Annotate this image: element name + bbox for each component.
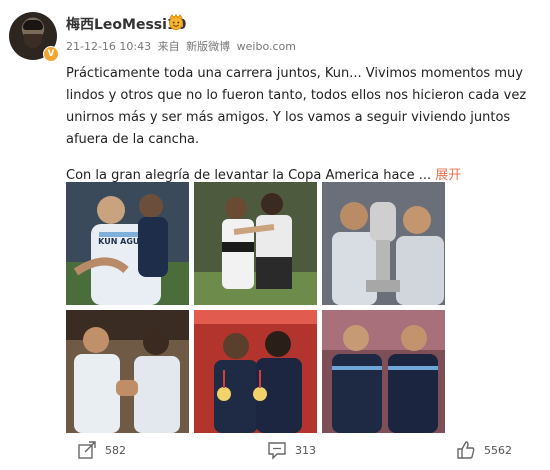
action-bar: 582 313 5562	[66, 440, 536, 462]
post-content: Prácticamente toda una carrera juntos, K…	[66, 63, 536, 187]
comment-button[interactable]: 313	[267, 440, 316, 460]
photo-3[interactable]	[322, 182, 445, 305]
post-date[interactable]: 21-12-16 10:43	[66, 40, 151, 53]
source-prefix: 来自	[157, 40, 180, 53]
share-icon	[78, 441, 96, 459]
photo-1[interactable]: KUN AGUERO	[66, 182, 189, 305]
comment-count: 313	[295, 443, 316, 457]
photo-5[interactable]	[194, 310, 317, 433]
photo-6[interactable]	[322, 310, 445, 433]
source-app[interactable]: 新版微博	[186, 40, 230, 53]
comment-icon	[268, 442, 286, 460]
expand-link[interactable]: 展开	[435, 168, 461, 183]
post-text-2: Con la gran alegría de levantar la Copa …	[66, 168, 432, 183]
vip-face-icon[interactable]	[168, 14, 184, 30]
post-meta: 21-12-16 10:43 来自 新版微博 weibo.com	[66, 38, 299, 54]
repost-button[interactable]: 582	[77, 440, 126, 460]
photo-2[interactable]	[194, 182, 317, 305]
like-count: 5562	[484, 443, 512, 457]
repost-count: 582	[105, 443, 126, 457]
verified-badge: V	[43, 46, 59, 62]
like-button[interactable]: 5562	[456, 440, 512, 460]
source-site[interactable]: weibo.com	[237, 40, 296, 53]
post-text-1: Prácticamente toda una carrera juntos, K…	[66, 66, 527, 147]
photo-4[interactable]	[66, 310, 189, 433]
like-icon	[457, 441, 475, 459]
